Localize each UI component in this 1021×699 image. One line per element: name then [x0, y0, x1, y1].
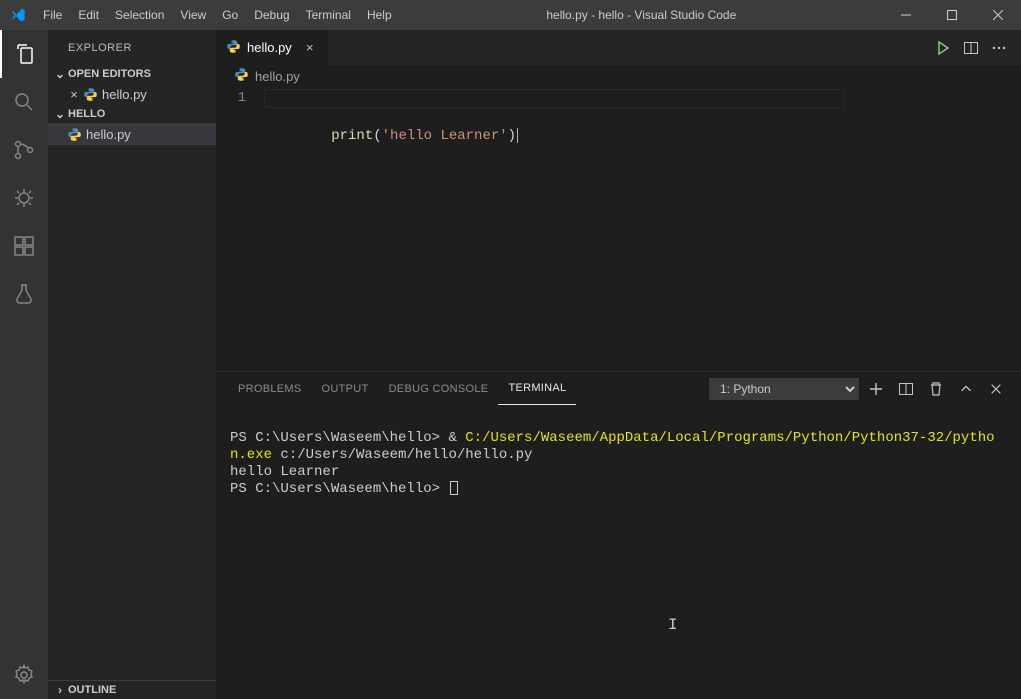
- menu-file[interactable]: File: [35, 0, 70, 30]
- terminal-cursor: [450, 481, 458, 495]
- python-file-icon: [82, 87, 98, 102]
- line-number: 1: [216, 89, 246, 108]
- vscode-logo-icon: [0, 7, 35, 23]
- code-token-paren: ): [508, 128, 516, 144]
- terminal-prompt: PS C:\Users\Waseem\hello>: [230, 430, 448, 446]
- code-token-fn: print: [331, 128, 373, 144]
- split-terminal-icon[interactable]: [893, 376, 919, 402]
- terminal-selector[interactable]: 1: Python: [709, 378, 859, 400]
- panel-tab-output[interactable]: OUTPUT: [312, 372, 379, 405]
- new-terminal-icon[interactable]: [863, 376, 889, 402]
- menu-help[interactable]: Help: [359, 0, 400, 30]
- kill-terminal-icon[interactable]: [923, 376, 949, 402]
- activity-bar: [0, 30, 48, 699]
- close-icon[interactable]: ×: [66, 87, 82, 102]
- panel: PROBLEMS OUTPUT DEBUG CONSOLE TERMINAL 1…: [216, 371, 1021, 699]
- open-editors-label: OPEN EDITORS: [68, 68, 151, 80]
- python-file-icon: [234, 67, 249, 85]
- open-editor-filename: hello.py: [102, 87, 147, 102]
- more-actions-icon[interactable]: [985, 34, 1013, 62]
- terminal-prompt: PS C:\Users\Waseem\hello>: [230, 481, 448, 497]
- menu-edit[interactable]: Edit: [70, 0, 107, 30]
- editor-tab[interactable]: hello.py ×: [216, 30, 329, 65]
- activity-extensions-icon[interactable]: [0, 222, 48, 270]
- close-icon[interactable]: ×: [302, 40, 318, 55]
- editor-cursor: [517, 128, 518, 143]
- terminal-arg: c:/Users/Waseem/hello/hello.py: [272, 447, 532, 463]
- title-bar: File Edit Selection View Go Debug Termin…: [0, 0, 1021, 30]
- menu-debug[interactable]: Debug: [246, 0, 297, 30]
- menu-bar: File Edit Selection View Go Debug Termin…: [35, 0, 400, 30]
- terminal-output: hello Learner: [230, 464, 339, 480]
- code-editor[interactable]: 1 print('hello Learner'): [216, 87, 1021, 371]
- terminal-content[interactable]: PS C:\Users\Waseem\hello> & C:/Users/Was…: [216, 405, 1021, 699]
- outline-section[interactable]: › OUTLINE: [48, 680, 216, 699]
- menu-view[interactable]: View: [172, 0, 214, 30]
- split-editor-icon[interactable]: [957, 34, 985, 62]
- window-minimize-button[interactable]: [883, 0, 929, 30]
- chevron-down-icon: ⌄: [52, 67, 68, 81]
- terminal-text: &: [448, 430, 465, 446]
- chevron-right-icon: ›: [52, 683, 68, 697]
- menu-selection[interactable]: Selection: [107, 0, 172, 30]
- panel-tab-debug-console[interactable]: DEBUG CONSOLE: [379, 372, 499, 405]
- folder-label: HELLO: [68, 108, 105, 120]
- window-close-button[interactable]: [975, 0, 1021, 30]
- breadcrumb-file: hello.py: [255, 69, 300, 84]
- tab-filename: hello.py: [247, 40, 292, 55]
- editor-tab-bar: hello.py ×: [216, 30, 1021, 65]
- activity-explorer-icon[interactable]: [0, 30, 48, 78]
- line-gutter: 1: [216, 87, 264, 371]
- python-file-icon: [66, 127, 82, 142]
- editor-group: hello.py × hello.py: [216, 30, 1021, 699]
- activity-debug-icon[interactable]: [0, 174, 48, 222]
- current-line-highlight: [264, 89, 845, 108]
- activity-settings-icon[interactable]: [0, 651, 48, 699]
- panel-tabs: PROBLEMS OUTPUT DEBUG CONSOLE TERMINAL 1…: [216, 372, 1021, 405]
- mouse-ibeam-icon: I: [668, 617, 678, 634]
- panel-tab-terminal[interactable]: TERMINAL: [498, 372, 576, 405]
- open-editors-section[interactable]: ⌄ OPEN EDITORS: [48, 65, 216, 83]
- activity-search-icon[interactable]: [0, 78, 48, 126]
- file-item[interactable]: hello.py: [48, 123, 216, 145]
- panel-close-icon[interactable]: [983, 376, 1009, 402]
- panel-tab-problems[interactable]: PROBLEMS: [228, 372, 312, 405]
- code-token-paren: (: [373, 128, 381, 144]
- run-python-icon[interactable]: [929, 34, 957, 62]
- window-controls: [883, 0, 1021, 30]
- explorer-sidebar: EXPLORER ⌄ OPEN EDITORS × hello.py ⌄ HEL…: [48, 30, 216, 699]
- window-title: hello.py - hello - Visual Studio Code: [400, 8, 883, 22]
- open-editor-item[interactable]: × hello.py: [48, 83, 216, 105]
- panel-maximize-icon[interactable]: [953, 376, 979, 402]
- outline-label: OUTLINE: [68, 684, 116, 696]
- chevron-down-icon: ⌄: [52, 107, 68, 121]
- menu-go[interactable]: Go: [214, 0, 246, 30]
- file-name: hello.py: [86, 127, 131, 142]
- minimap[interactable]: [933, 87, 1021, 371]
- activity-source-control-icon[interactable]: [0, 126, 48, 174]
- code-token-string: 'hello Learner': [382, 128, 508, 144]
- python-file-icon: [226, 39, 241, 57]
- activity-test-icon[interactable]: [0, 270, 48, 318]
- sidebar-title: EXPLORER: [48, 30, 216, 65]
- folder-section[interactable]: ⌄ HELLO: [48, 105, 216, 123]
- menu-terminal[interactable]: Terminal: [298, 0, 359, 30]
- breadcrumb[interactable]: hello.py: [216, 65, 1021, 87]
- window-maximize-button[interactable]: [929, 0, 975, 30]
- code-area[interactable]: print('hello Learner'): [264, 87, 933, 371]
